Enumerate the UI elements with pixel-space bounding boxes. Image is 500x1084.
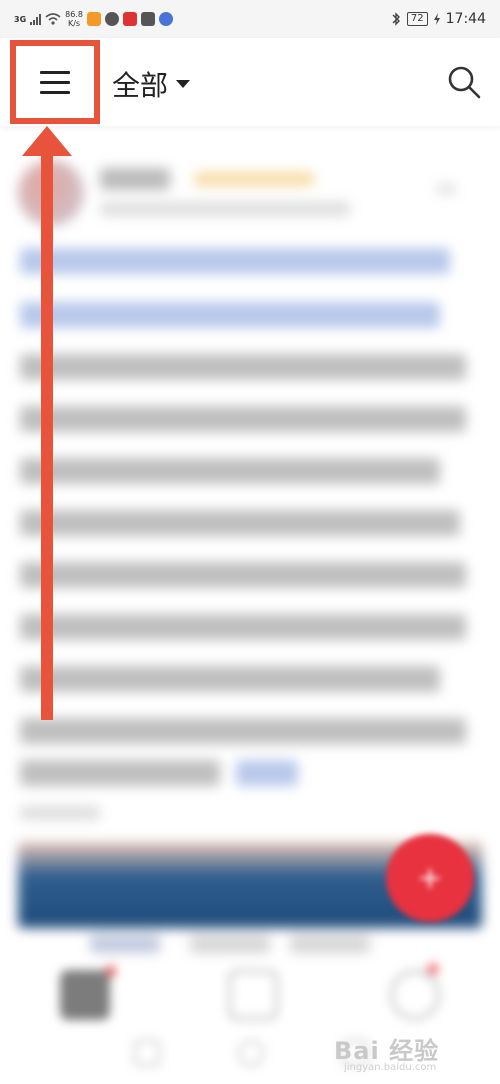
signal-icon	[30, 13, 42, 25]
post-text-line	[20, 614, 466, 640]
clock: 17:44	[445, 11, 486, 27]
post-tag[interactable]	[290, 935, 370, 953]
home-key[interactable]	[238, 1040, 264, 1066]
plus-icon: +	[417, 860, 443, 896]
battery-level: 72	[406, 12, 428, 26]
watermark-text: Bai 经验	[334, 1036, 440, 1065]
post-text-line	[20, 354, 466, 380]
app-notification-icon	[86, 12, 101, 26]
post-text-line	[20, 666, 440, 692]
speed-unit: K/s	[67, 19, 81, 28]
expand-link[interactable]	[236, 760, 298, 786]
post-tag[interactable]	[90, 935, 160, 953]
notification-dot	[428, 964, 438, 974]
page-title: 全部	[112, 69, 169, 102]
bluetooth-icon	[392, 12, 400, 26]
notification-dot	[106, 966, 116, 976]
app-notification-icon	[122, 12, 137, 26]
meta-placeholder	[100, 202, 350, 216]
wifi-icon	[45, 13, 61, 25]
post-text-line	[20, 458, 440, 484]
post-text-line	[20, 510, 460, 536]
nav-item-profile[interactable]	[390, 970, 440, 1020]
post-tag[interactable]	[190, 935, 270, 953]
network-speed: 86.8 K/s	[65, 10, 83, 28]
post-text-line	[20, 406, 466, 432]
watermark-url: jingyan.baidu.com	[344, 1062, 437, 1073]
post-link-line[interactable]	[20, 302, 440, 328]
status-bar: 3G 86.8 K/s 72 17:44	[0, 0, 500, 38]
speed-value: 86.8	[65, 10, 83, 19]
post-text-line	[20, 718, 466, 744]
search-icon[interactable]	[446, 64, 482, 100]
annotation-arrow	[22, 126, 72, 720]
badge-placeholder	[194, 172, 314, 186]
menu-button[interactable]	[10, 40, 100, 124]
category-selector[interactable]: 全部	[112, 64, 191, 104]
music-icon	[158, 12, 173, 26]
more-icon[interactable]	[436, 184, 456, 194]
post-text-line	[20, 562, 466, 588]
post-text-line	[20, 760, 220, 786]
timestamp-placeholder	[20, 806, 100, 820]
nav-item-home[interactable]	[60, 970, 110, 1020]
hamburger-menu-icon	[40, 70, 70, 94]
status-right: 72 17:44	[391, 11, 486, 27]
post-link-line[interactable]	[20, 248, 450, 274]
network-type: 3G	[14, 14, 27, 24]
nav-item-discover[interactable]	[228, 970, 278, 1020]
app-notification-icon	[140, 12, 155, 26]
back-key[interactable]	[134, 1040, 160, 1066]
status-left: 3G 86.8 K/s	[14, 10, 173, 28]
top-header: 全部	[0, 38, 500, 126]
create-post-button[interactable]: +	[386, 834, 474, 922]
message-icon	[104, 12, 119, 26]
caret-down-icon	[176, 80, 191, 88]
author-name-placeholder	[100, 168, 170, 190]
charging-icon	[433, 13, 440, 25]
